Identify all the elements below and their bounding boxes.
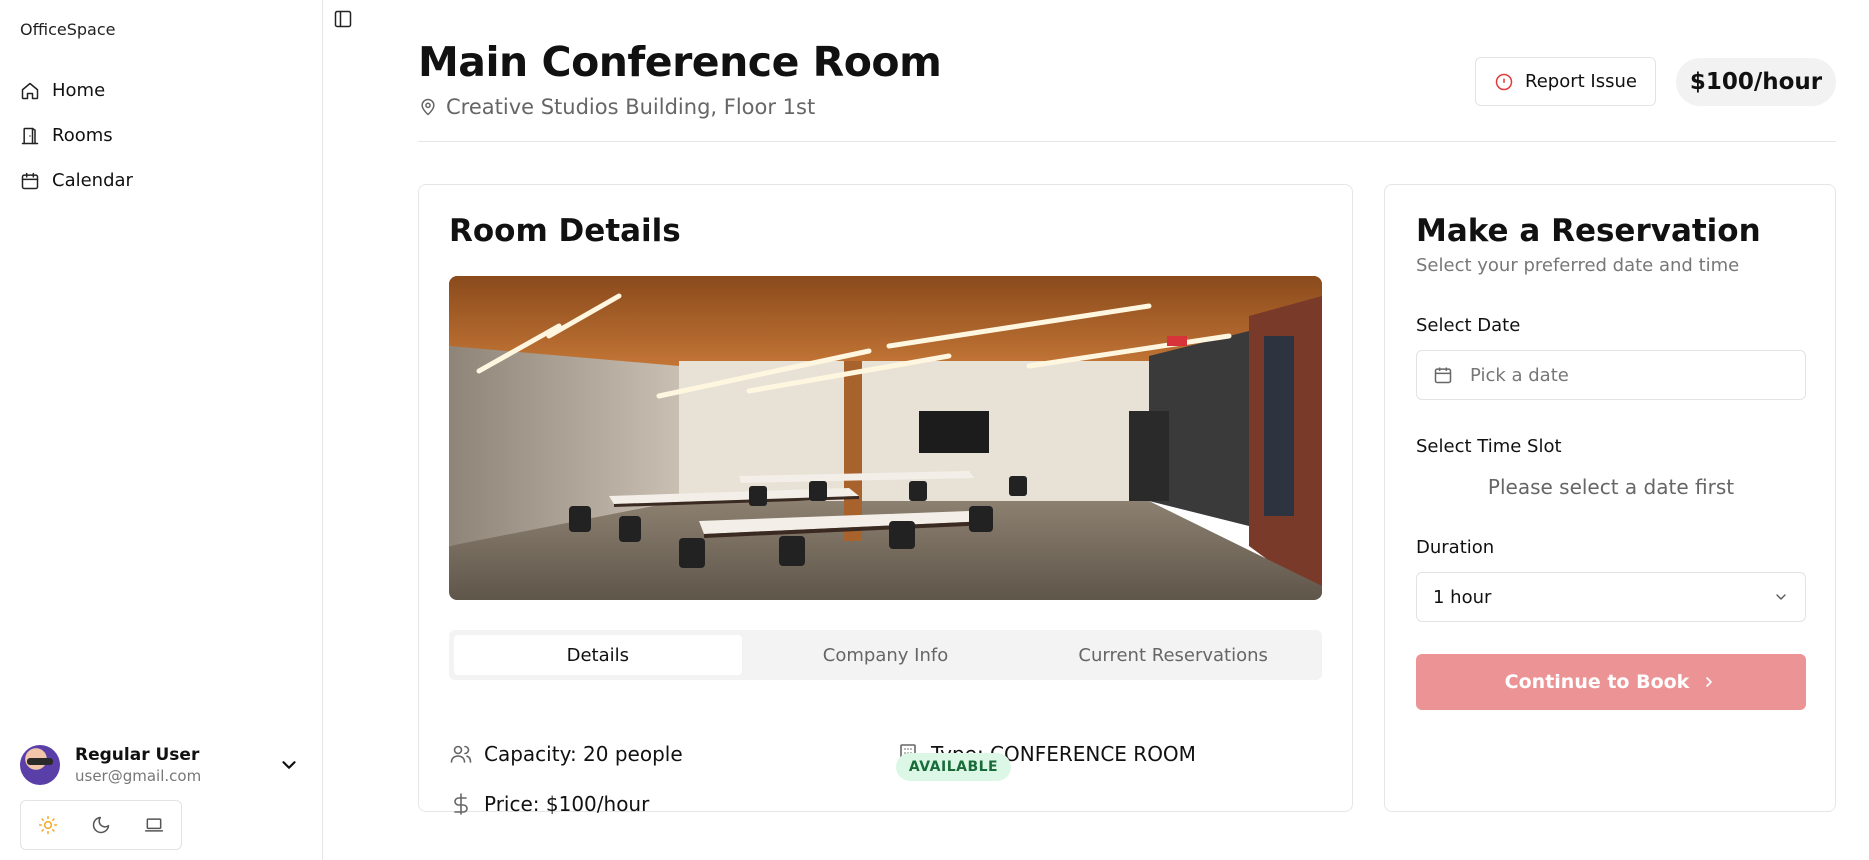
price-badge: $100/hour [1676, 58, 1836, 106]
room-details-title: Room Details [449, 213, 681, 249]
duration-value: 1 hour [1433, 586, 1492, 608]
date-label: Select Date [1416, 315, 1521, 336]
tab-company-info[interactable]: Company Info [742, 635, 1030, 675]
moon-icon[interactable] [91, 815, 111, 835]
user-info: Regular User user@gmail.com [75, 745, 278, 785]
calendar-icon [21, 172, 39, 189]
reservation-card: Make a Reservation Select your preferred… [1384, 184, 1836, 812]
header-divider [418, 141, 1836, 142]
time-slot-message: Please select a date first [1487, 475, 1735, 499]
user-menu[interactable]: Regular User user@gmail.com [20, 742, 300, 788]
room-photo [449, 276, 1322, 600]
room-location: Creative Studios Building, Floor 1st [418, 95, 815, 119]
alert-circle-icon [1495, 73, 1513, 90]
sidebar-item-rooms[interactable]: Rooms [20, 113, 300, 158]
room-tabs: Details Company Info Current Reservation… [449, 630, 1322, 680]
tab-current-reservations[interactable]: Current Reservations [1029, 635, 1317, 675]
sidebar-item-label: Home [52, 80, 106, 101]
chevron-right-icon [1706, 677, 1713, 687]
map-pin-icon [421, 98, 435, 116]
sidebar-panel-icon [334, 10, 352, 28]
duration-label: Duration [1416, 537, 1495, 558]
page-title: Main Conference Room [418, 38, 942, 86]
price-text: Price: $100/hour [484, 792, 650, 816]
laptop-icon[interactable] [144, 815, 164, 835]
calendar-icon [1434, 367, 1452, 384]
sidebar: OfficeSpace Home Rooms Calendar Regular … [0, 0, 323, 860]
sidebar-item-label: Rooms [52, 125, 113, 146]
date-placeholder: Pick a date [1470, 364, 1569, 386]
home-icon [21, 82, 39, 99]
chevron-down-icon [1776, 594, 1786, 600]
time-slot-label: Select Time Slot [1416, 436, 1562, 457]
reservation-subtitle: Select your preferred date and time [1416, 255, 1740, 276]
continue-label: Continue to Book [1504, 671, 1690, 693]
location-text: Creative Studios Building, Floor 1st [446, 95, 816, 119]
dollar-icon [454, 793, 468, 815]
date-picker-input[interactable]: Pick a date [1416, 350, 1806, 400]
tab-details[interactable]: Details [454, 635, 742, 675]
avatar [20, 745, 60, 785]
user-email: user@gmail.com [75, 767, 202, 785]
duration-select[interactable]: 1 hour [1416, 572, 1806, 622]
users-icon [450, 745, 472, 763]
report-issue-button[interactable]: Report Issue [1475, 57, 1656, 106]
brand-name[interactable]: OfficeSpace [20, 20, 115, 39]
continue-to-book-button[interactable]: Continue to Book [1416, 654, 1806, 710]
sidebar-item-label: Calendar [52, 170, 133, 191]
sidebar-item-home[interactable]: Home [20, 68, 300, 113]
sidebar-item-calendar[interactable]: Calendar [20, 158, 300, 203]
sun-icon[interactable] [38, 815, 58, 835]
sidebar-nav: Home Rooms Calendar [20, 68, 300, 203]
theme-switcher [20, 800, 182, 850]
status-badge: AVAILABLE [896, 753, 1011, 781]
door-icon [21, 127, 39, 144]
sidebar-toggle-button[interactable] [333, 9, 353, 29]
user-name: Regular User [75, 745, 200, 765]
price-info: Price: $100/hour [449, 792, 649, 816]
capacity-text: Capacity: 20 people [484, 742, 683, 766]
reservation-title: Make a Reservation [1416, 213, 1761, 249]
report-issue-label: Report Issue [1525, 71, 1637, 92]
room-details-card: Room Details Details Company Info Curren… [418, 184, 1353, 816]
capacity-info: Capacity: 20 people [449, 742, 683, 766]
chevron-down-icon[interactable] [278, 754, 300, 776]
